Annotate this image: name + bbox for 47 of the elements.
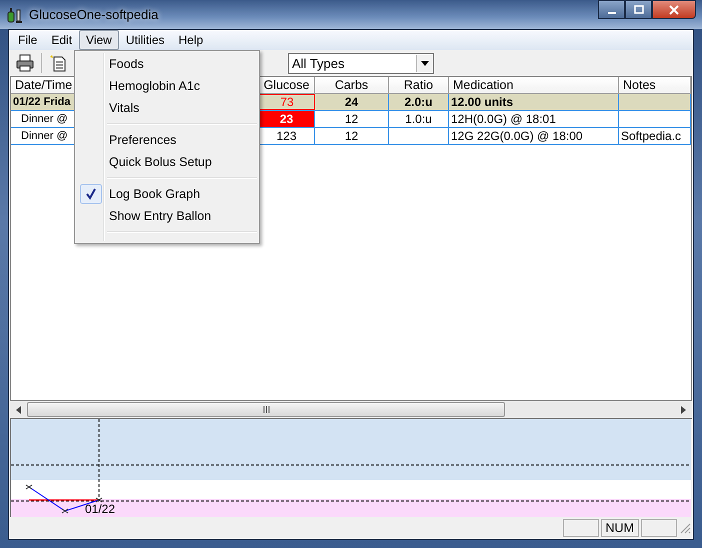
grip-icon bbox=[262, 406, 270, 413]
resize-grip-icon bbox=[679, 522, 691, 534]
scroll-left-icon[interactable] bbox=[16, 406, 21, 414]
date-label: 01/22 bbox=[85, 502, 116, 516]
menu-item[interactable]: File bbox=[11, 30, 44, 50]
minimize-icon bbox=[608, 12, 616, 14]
table-cell: 12.00 units bbox=[449, 94, 619, 110]
table-cell: 12G 22G(0.0G) @ 18:00 bbox=[449, 128, 619, 144]
column-header[interactable]: Date/Time bbox=[11, 77, 75, 94]
caret-icon bbox=[421, 60, 429, 66]
table-cell: Softpedia.c bbox=[619, 128, 691, 144]
table-cell: 12 bbox=[315, 111, 389, 127]
table-cell: 24 bbox=[315, 94, 389, 110]
minimize-button[interactable] bbox=[598, 0, 625, 19]
table-cell: 12H(0.0G) @ 18:01 bbox=[449, 111, 619, 127]
menu-option[interactable]: Vitals bbox=[107, 101, 140, 115]
glucose-cell: 23 bbox=[259, 111, 315, 127]
window-title: GlucoseOne-softpedia bbox=[29, 7, 158, 22]
status-indicator: NUM bbox=[600, 519, 639, 537]
column-header[interactable]: Medication bbox=[449, 77, 619, 94]
menu-item[interactable]: Help bbox=[172, 30, 210, 50]
status-pane bbox=[562, 519, 599, 537]
menu-option[interactable]: Hemoglobin A1c bbox=[107, 79, 200, 93]
maximize-icon bbox=[634, 4, 644, 14]
menu-item[interactable]: Edit bbox=[44, 30, 80, 50]
close-button[interactable] bbox=[652, 0, 696, 19]
menu-item[interactable]: Utilities bbox=[118, 30, 172, 50]
app-icon bbox=[6, 6, 24, 24]
menu-option[interactable]: Foods bbox=[107, 57, 144, 71]
menu-option[interactable]: Preferences bbox=[107, 133, 176, 147]
menu-item[interactable]: View bbox=[79, 30, 119, 50]
status-pane bbox=[641, 519, 677, 537]
type-filter-dropdown[interactable]: All Types bbox=[288, 52, 434, 74]
column-header[interactable]: Carbs bbox=[315, 77, 389, 94]
scroll-right-icon[interactable] bbox=[681, 406, 686, 414]
maximize-button[interactable] bbox=[625, 0, 652, 19]
table-cell: 12 bbox=[315, 128, 389, 144]
column-header[interactable]: Glucose bbox=[259, 77, 315, 94]
table-cell: 2.0:u bbox=[389, 94, 449, 110]
close-icon bbox=[668, 4, 680, 14]
table-cell: 1.0:u bbox=[389, 111, 449, 127]
menu-option[interactable]: Quick Bolus Setup bbox=[107, 155, 212, 169]
column-header[interactable]: Notes bbox=[619, 77, 691, 94]
column-header[interactable]: Ratio bbox=[389, 77, 449, 94]
menu-option[interactable]: Show Entry Ballon bbox=[107, 209, 212, 223]
horizontal-scrollbar[interactable] bbox=[10, 401, 692, 418]
menu-option[interactable]: Log Book Graph bbox=[107, 187, 200, 201]
